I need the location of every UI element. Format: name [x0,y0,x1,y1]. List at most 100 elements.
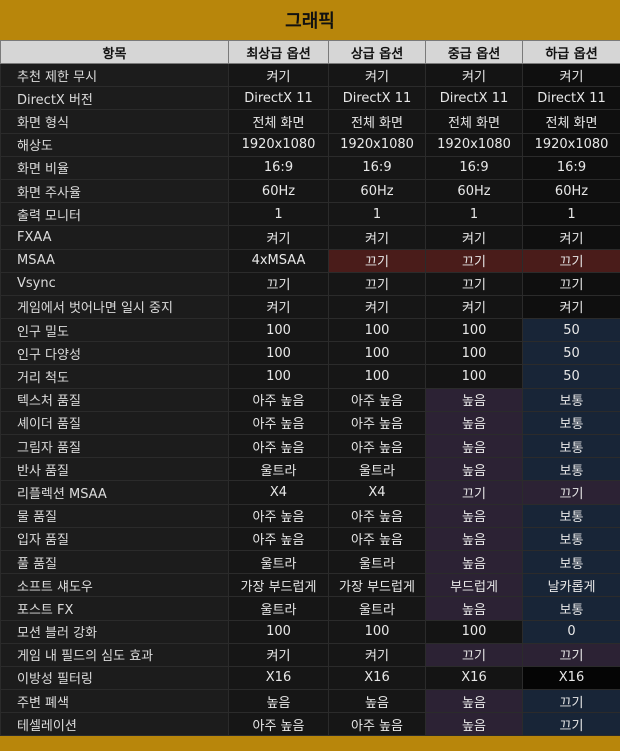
setting-value: 100 [425,619,523,644]
setting-value: 켜기 [228,294,329,320]
setting-name: 셰이더 품질 [0,410,229,436]
setting-name: 입자 품질 [0,526,229,551]
table-row: MSAA 4xMSAA 끄기 끄기 끄기 [0,248,620,273]
setting-value: 가장 부드럽게 [328,573,426,598]
setting-value: 켜기 [522,294,620,320]
setting-value: 끄기 [328,271,426,296]
table-body: 추천 제한 무시 켜기 켜기 켜기 켜기 DirectX 버전 DirectX 11 Dire… [0,62,620,737]
table-row: 화면 주사율 60Hz 60Hz 60Hz 60Hz [0,178,620,204]
setting-value: 100 [328,318,426,343]
setting-value: 전체 화면 [522,109,620,134]
table-row: 포스트 FX 울트라 울트라 높음 보통 [0,596,620,621]
table-row: 테셀레이션 아주 높음 아주 높음 높음 끄기 [0,712,620,737]
setting-value: 100 [328,364,426,389]
setting-value: 60Hz [425,178,523,204]
setting-name: 소프트 섀도우 [0,573,229,598]
setting-name: 텍스처 품질 [0,387,229,412]
setting-value: 높음 [328,689,426,714]
setting-value: DirectX 11 [425,86,523,111]
setting-value: 4xMSAA [228,248,329,273]
table-row: 텍스처 품질 아주 높음 아주 높음 높음 보통 [0,387,620,412]
setting-value: 16:9 [328,155,426,180]
setting-value: X16 [425,665,523,691]
setting-value: 50 [522,341,620,366]
setting-name: FXAA [0,225,229,250]
table-row: 주변 폐색 높음 높음 높음 끄기 [0,689,620,714]
setting-value: 끄기 [425,248,523,273]
setting-name: 화면 주사율 [0,178,229,204]
setting-name: 화면 비율 [0,155,229,180]
setting-value: 끄기 [425,480,523,505]
setting-value: 높음 [425,503,523,528]
setting-value: 켜기 [328,294,426,320]
setting-value: 전체 화면 [425,109,523,134]
setting-value: 높음 [425,410,523,436]
settings-comparison-table: 항목 최상급 옵션 상급 옵션 중급 옵션 하급 옵션 추천 제한 무시 켜기 켜기… [0,40,620,737]
table-row: 인구 밀도 100 100 100 50 [0,318,620,343]
setting-value: DirectX 11 [328,86,426,111]
setting-name: 인구 밀도 [0,318,229,343]
table-row: 모션 블러 강화 100 100 100 0 [0,619,620,644]
setting-value: 끄기 [522,689,620,714]
panel-title: 그래픽 [0,0,620,40]
table-row: 리플렉션 MSAA X4 X4 끄기 끄기 [0,480,620,505]
setting-value: X4 [228,480,329,505]
setting-value: 보통 [522,503,620,528]
setting-name: 이방성 필터링 [0,665,229,691]
setting-name: 모션 블러 강화 [0,619,229,644]
setting-value: 울트라 [228,549,329,575]
setting-value: 보통 [522,387,620,412]
setting-value: 높음 [425,457,523,482]
table-row: 물 품질 아주 높음 아주 높음 높음 보통 [0,503,620,528]
setting-value: 보통 [522,433,620,459]
table-row: 이방성 필터링 X16 X16 X16 X16 [0,665,620,691]
column-header-medium: 중급 옵션 [425,40,523,64]
setting-value: 아주 높음 [228,410,329,436]
setting-name: 테셀레이션 [0,712,229,737]
setting-value: 아주 높음 [328,433,426,459]
setting-value: 100 [425,364,523,389]
setting-value: 켜기 [328,225,426,250]
setting-value: 60Hz [522,178,620,204]
setting-name: 게임 내 필드의 심도 효과 [0,642,229,667]
table-row: 그림자 품질 아주 높음 아주 높음 높음 보통 [0,433,620,459]
setting-value: 끄기 [522,480,620,505]
setting-value: 100 [328,619,426,644]
setting-value: 높음 [425,387,523,412]
setting-value: 켜기 [328,62,426,88]
setting-name: Vsync [0,271,229,296]
setting-value: 켜기 [328,642,426,667]
table-row: 인구 다양성 100 100 100 50 [0,341,620,366]
setting-value: 울트라 [328,549,426,575]
setting-value: 아주 높음 [228,712,329,737]
setting-value: 아주 높음 [328,387,426,412]
setting-value: 1 [425,202,523,227]
setting-value: 켜기 [522,225,620,250]
setting-name: 화면 형식 [0,109,229,134]
setting-value: 끄기 [328,248,426,273]
setting-value: 전체 화면 [228,109,329,134]
table-row: 게임에서 벗어나면 일시 중지 켜기 켜기 켜기 켜기 [0,294,620,320]
table-row: FXAA 켜기 켜기 켜기 켜기 [0,225,620,250]
setting-value: 켜기 [425,294,523,320]
setting-value: 울트라 [328,596,426,621]
setting-name: DirectX 버전 [0,86,229,111]
setting-value: 16:9 [228,155,329,180]
table-row: 입자 품질 아주 높음 아주 높음 높음 보통 [0,526,620,551]
table-row: 풀 품질 울트라 울트라 높음 보통 [0,549,620,575]
setting-value: 켜기 [228,62,329,88]
setting-name: 인구 다양성 [0,341,229,366]
setting-value: 1920x1080 [328,132,426,157]
setting-value: 아주 높음 [228,387,329,412]
bottom-bar [0,741,620,751]
setting-name: 반사 품질 [0,457,229,482]
setting-value: 1 [522,202,620,227]
setting-value: 아주 높음 [328,526,426,551]
setting-value: 보통 [522,526,620,551]
setting-value: 울트라 [228,457,329,482]
setting-value: 아주 높음 [328,503,426,528]
setting-value: 끄기 [425,271,523,296]
table-row: 반사 품질 울트라 울트라 높음 보통 [0,457,620,482]
setting-value: 높음 [425,712,523,737]
setting-value: 100 [425,341,523,366]
